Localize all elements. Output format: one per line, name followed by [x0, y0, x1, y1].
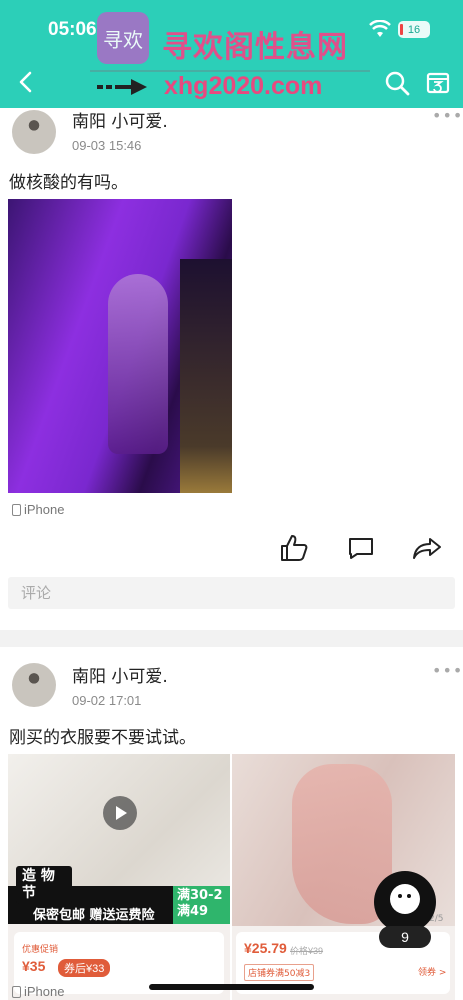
watermark-logo: 寻欢: [97, 12, 149, 64]
username[interactable]: 南阳 小可爱.: [72, 107, 168, 132]
chat-floating-button[interactable]: [374, 871, 436, 933]
post-text: 做核酸的有吗。: [9, 173, 128, 193]
top-bar: 05:06 16 寻欢 寻欢阁性息网 xhg2020.com: [0, 0, 463, 108]
post-source: iPhone: [12, 984, 64, 999]
coupon-label: 优惠促销: [22, 945, 59, 955]
more-options-icon[interactable]: •••: [432, 106, 463, 125]
post-photo[interactable]: 造 物 节 保密包邮 赠送运费险 满30-2 满49 优惠促销 ¥35 券后¥3…: [8, 754, 230, 1000]
battery-icon: 16: [398, 21, 430, 38]
more-options-icon[interactable]: •••: [432, 661, 463, 680]
smiley-icon: [390, 884, 420, 914]
play-icon[interactable]: [103, 796, 137, 830]
calendar-icon[interactable]: [426, 70, 450, 94]
ad-banner-text: 保密包邮 赠送运费险: [33, 908, 155, 923]
arrow-icon: [97, 79, 147, 95]
share-icon[interactable]: [412, 536, 442, 560]
ad-promo: 满30-2 满49: [173, 886, 230, 924]
back-icon[interactable]: [16, 70, 36, 94]
original-price: 价格¥39: [290, 946, 324, 956]
ad-tag: 造 物 节: [16, 866, 72, 904]
search-icon[interactable]: [384, 70, 410, 96]
post-source: iPhone: [12, 502, 64, 517]
post-source-label: iPhone: [24, 984, 65, 999]
price-badge: 券后¥33: [58, 959, 111, 977]
coupon-label: 店铺券满50减3: [244, 964, 315, 981]
like-icon[interactable]: [280, 534, 308, 562]
phone-icon: [12, 503, 21, 516]
post-source-label: iPhone: [24, 502, 65, 517]
unread-count-badge[interactable]: 9: [379, 926, 431, 948]
wifi-icon: [369, 20, 391, 37]
phone-icon: [12, 985, 21, 998]
watermark-title: 寻欢阁性息网: [162, 30, 348, 65]
username[interactable]: 南阳 小可爱.: [72, 662, 168, 687]
avatar[interactable]: [12, 663, 56, 707]
avatar[interactable]: [12, 110, 56, 154]
collect-coupon-link[interactable]: 领券 >: [418, 965, 446, 978]
post-photo[interactable]: [8, 199, 232, 493]
home-indicator[interactable]: [149, 984, 314, 990]
timestamp: 09-02 17:01: [72, 693, 142, 708]
comment-icon[interactable]: [347, 536, 375, 560]
post-text: 刚买的衣服要不要试试。: [9, 728, 196, 748]
status-time: 05:06: [48, 19, 97, 40]
post-card: 南阳 小可爱. 09-03 15:46 ••• 做核酸的有吗。 iPhone 评…: [0, 106, 463, 630]
price: ¥25.79: [244, 940, 287, 956]
battery-level: 16: [407, 23, 421, 36]
watermark-url: xhg2020.com: [164, 72, 323, 100]
comment-input[interactable]: 评论: [8, 577, 455, 609]
timestamp: 09-03 15:46: [72, 138, 142, 153]
price: ¥35: [22, 958, 46, 974]
